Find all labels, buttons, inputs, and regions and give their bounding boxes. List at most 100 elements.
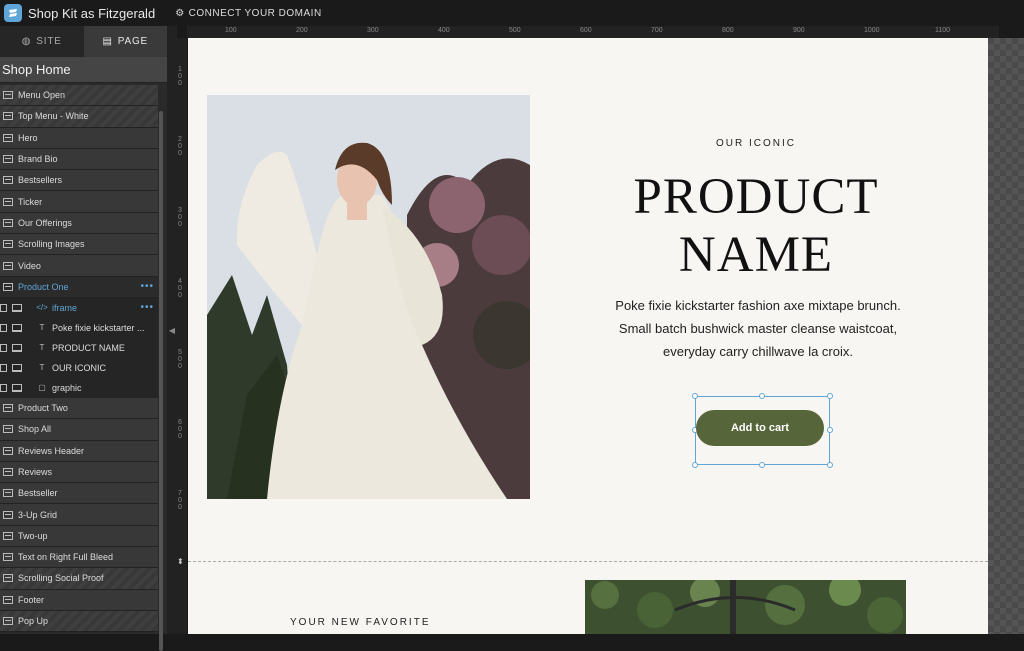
- resize-handle[interactable]: [692, 462, 698, 468]
- app-logo-icon[interactable]: [4, 4, 22, 22]
- section-label: Bestsellers: [18, 175, 63, 186]
- sidebar-item-our-offerings[interactable]: Our Offerings: [0, 212, 158, 235]
- section-icon: [3, 155, 13, 164]
- sidebar-item-product-one[interactable]: Product One •••: [0, 276, 158, 298]
- section-label: Brand Bio: [18, 154, 58, 165]
- section-icon: [3, 240, 13, 249]
- sidebar-item-scrolling-images[interactable]: Scrolling Images: [0, 234, 158, 256]
- collapse-sidebar-handle[interactable]: ◀: [167, 26, 177, 634]
- desktop-icon[interactable]: [12, 323, 22, 332]
- sidebar-item-bestsellers[interactable]: Bestsellers: [0, 170, 158, 192]
- section-label: Video: [18, 260, 41, 271]
- page-title[interactable]: Shop Home: [0, 57, 167, 83]
- sidebar-item-footer[interactable]: Footer: [0, 589, 158, 611]
- mobile-icon[interactable]: [0, 383, 7, 392]
- resize-handle[interactable]: [759, 462, 765, 468]
- add-to-cart-button[interactable]: Add to cart: [696, 410, 824, 446]
- ruler-left: 100 200 300 400 500 600 700: [177, 38, 187, 634]
- product-name[interactable]: PRODUCT NAME: [618, 168, 894, 284]
- section-label: Scrolling Images: [18, 239, 85, 250]
- sidebar-item-product-two[interactable]: Product Two: [0, 397, 158, 420]
- sidebar-item-shop-all[interactable]: Shop All: [0, 419, 158, 441]
- section-label: Pop Up: [18, 616, 49, 627]
- section-divider: [188, 561, 988, 562]
- section-label: Product One: [18, 281, 69, 292]
- section-label: Shop All: [18, 424, 52, 435]
- sidebar-item-two-up[interactable]: Two-up: [0, 525, 158, 548]
- sidebar-item-video[interactable]: Video: [0, 255, 158, 277]
- product-description[interactable]: Poke fixie kickstarter fashion axe mixta…: [598, 294, 918, 363]
- mobile-icon[interactable]: [0, 323, 7, 332]
- ruler-tick: 700: [651, 27, 663, 34]
- sidebar-item-reviews[interactable]: Reviews: [0, 461, 158, 484]
- ruler-tick: 200: [296, 27, 308, 34]
- section-icon: [3, 133, 13, 142]
- desktop-icon[interactable]: [12, 363, 22, 372]
- resize-handle[interactable]: [827, 462, 833, 468]
- ruler-tick: 500: [178, 349, 182, 370]
- more-options-icon[interactable]: •••: [140, 302, 154, 313]
- layer-iframe[interactable]: </> iframe •••: [0, 297, 158, 318]
- layer-label: iframe: [52, 302, 78, 313]
- resize-handle[interactable]: [759, 393, 765, 399]
- more-options-icon[interactable]: •••: [140, 281, 154, 292]
- layer-product-name[interactable]: T PRODUCT NAME: [0, 337, 158, 358]
- sidebar-item-ticker[interactable]: Ticker: [0, 191, 158, 213]
- resize-handle[interactable]: [827, 427, 833, 433]
- section-icon: [3, 112, 13, 121]
- ruler-tick: 300: [178, 207, 182, 228]
- next-section-heading[interactable]: YOUR NEW FAVORITE: [290, 617, 431, 628]
- ruler-tick: 100: [178, 66, 182, 87]
- connect-domain-button[interactable]: ⚙ CONNECT YOUR DOMAIN: [175, 8, 322, 19]
- layer-our-iconic[interactable]: T OUR ICONIC: [0, 357, 158, 378]
- tab-page[interactable]: ▤ PAGE: [83, 26, 167, 57]
- ruler-tick: 700: [178, 490, 182, 511]
- next-section-image[interactable]: [585, 580, 906, 634]
- product-photo[interactable]: [207, 95, 530, 499]
- desktop-icon[interactable]: [12, 383, 22, 392]
- tab-site-label: SITE: [36, 36, 62, 47]
- ruler-tick: 200: [178, 136, 182, 157]
- text-icon: T: [39, 343, 45, 353]
- resize-handle[interactable]: [692, 393, 698, 399]
- desktop-icon[interactable]: [12, 303, 22, 312]
- desktop-icon[interactable]: [12, 343, 22, 352]
- sidebar-item-pop-up[interactable]: Pop Up: [0, 610, 158, 633]
- sidebar-item-text-on-right[interactable]: Text on Right Full Bleed: [0, 547, 158, 569]
- section-icon: [3, 595, 13, 604]
- sidebar-item-hero[interactable]: Hero: [0, 127, 158, 149]
- section-icon: [3, 197, 13, 206]
- canvas-overflow-area: [988, 38, 1024, 634]
- ruler-tick: 400: [438, 27, 450, 34]
- mobile-icon[interactable]: [0, 363, 7, 372]
- ruler-tick: 1100: [935, 27, 951, 34]
- tab-site[interactable]: ◍ SITE: [0, 26, 84, 57]
- mobile-icon[interactable]: [0, 343, 7, 352]
- sidebar-item-3-up-grid[interactable]: 3-Up Grid: [0, 504, 158, 526]
- section-label: Two-up: [18, 530, 48, 541]
- section-label: Bestseller: [18, 488, 58, 499]
- sidebar-item-top-menu-white[interactable]: Top Menu - White: [0, 106, 158, 128]
- sidebar-item-scrolling-social-proof[interactable]: Scrolling Social Proof: [0, 568, 158, 590]
- layer-graphic[interactable]: ▢ graphic: [0, 377, 158, 398]
- sidebar-scrollbar[interactable]: [159, 111, 163, 651]
- top-bar: Shop Kit as Fitzgerald ⚙ CONNECT YOUR DO…: [0, 0, 1024, 26]
- sidebar-item-brand-bio[interactable]: Brand Bio: [0, 148, 158, 171]
- section-icon: [3, 446, 13, 455]
- product-name-line: NAME: [678, 227, 834, 283]
- sidebar-item-menu-open[interactable]: Menu Open: [0, 85, 158, 107]
- product-eyebrow[interactable]: OUR ICONIC: [628, 138, 884, 149]
- sidebar: ◍ SITE ▤ PAGE Shop Home Menu Open Top Me…: [0, 26, 167, 651]
- mobile-icon[interactable]: [0, 303, 7, 312]
- layer-description[interactable]: T Poke fixie kickstarter ...: [0, 317, 158, 338]
- section-list: Menu Open Top Menu - White Hero Brand Bi…: [0, 85, 158, 633]
- section-divider-handle-icon[interactable]: ⬍: [177, 557, 187, 566]
- sidebar-item-bestseller[interactable]: Bestseller: [0, 483, 158, 505]
- section-label: 3-Up Grid: [18, 509, 58, 520]
- resize-handle[interactable]: [827, 393, 833, 399]
- sidebar-item-reviews-header[interactable]: Reviews Header: [0, 440, 158, 462]
- section-icon: [3, 425, 13, 434]
- ruler-tick: 600: [580, 27, 592, 34]
- section-label: Footer: [18, 594, 45, 605]
- editor-canvas[interactable]: OUR ICONIC PRODUCT NAME Poke fixie kicks…: [188, 38, 988, 634]
